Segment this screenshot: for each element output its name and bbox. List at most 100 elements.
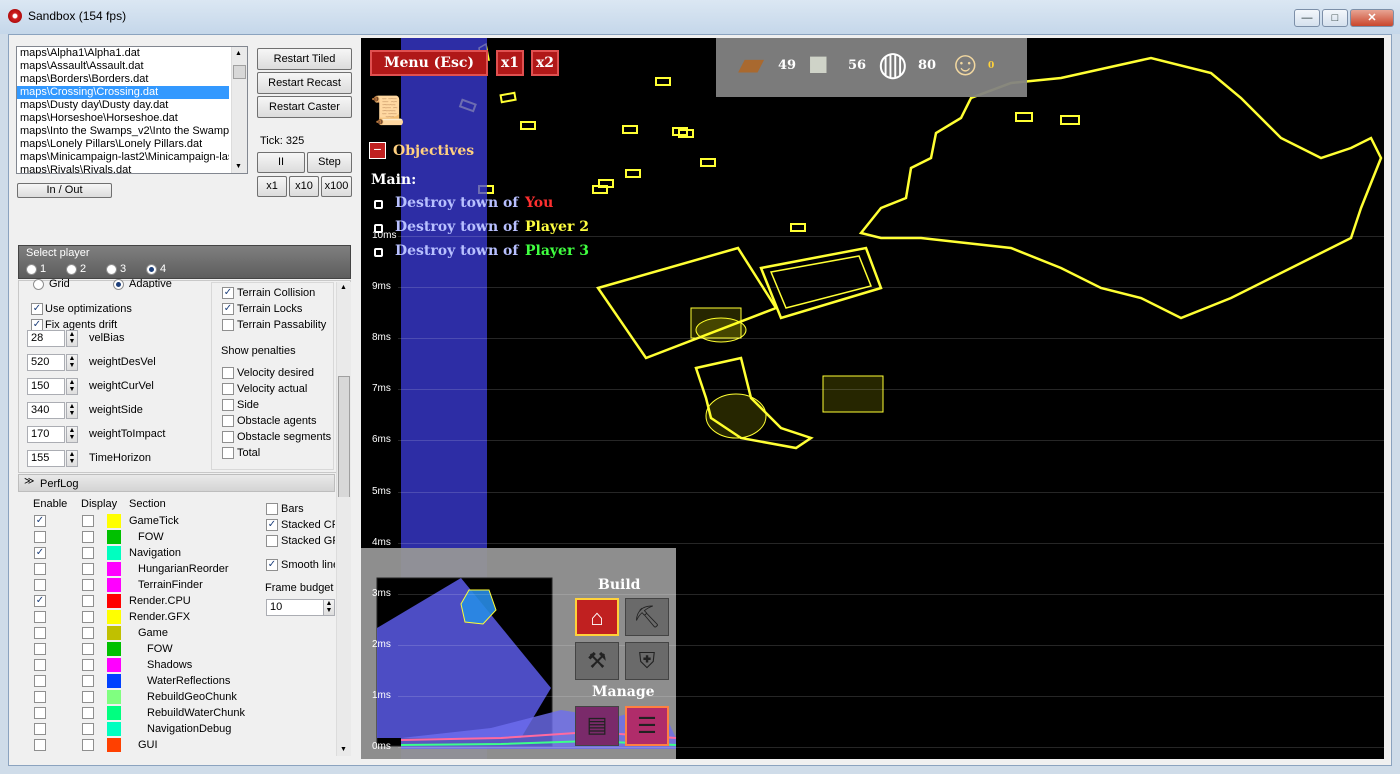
param-input-TimeHorizon[interactable]: 155: [27, 450, 65, 467]
adaptive-radio[interactable]: [113, 279, 124, 290]
player-radio-3[interactable]: [106, 264, 117, 275]
param-spinner[interactable]: ▲ ▼: [66, 378, 78, 395]
perflog-scrollbar[interactable]: ▼: [336, 497, 351, 756]
penalty-checkbox[interactable]: [222, 399, 234, 411]
map-list-item[interactable]: maps\Assault\Assault.dat: [17, 60, 229, 73]
perf-display-checkbox[interactable]: [82, 723, 94, 735]
perf-color-swatch[interactable]: [107, 674, 121, 688]
player-radio-4[interactable]: [146, 264, 157, 275]
penalty-checkbox[interactable]: [222, 447, 234, 459]
speed-x1-button[interactable]: x1: [257, 176, 287, 197]
grid-radio[interactable]: [33, 279, 44, 290]
perf-enable-checkbox[interactable]: [34, 627, 46, 639]
param-spinner[interactable]: ▲ ▼: [66, 450, 78, 467]
frame-budget-spinner[interactable]: ▲ ▼: [323, 599, 335, 616]
param-spinner[interactable]: ▲ ▼: [66, 354, 78, 371]
restart-recast-button[interactable]: Restart Recast: [257, 72, 352, 94]
param-input-weightSide[interactable]: 340: [27, 402, 65, 419]
map-list-item[interactable]: maps\Horseshoe\Horseshoe.dat: [17, 112, 229, 125]
map-list-item[interactable]: maps\Alpha1\Alpha1.dat: [17, 47, 229, 60]
smooth-lines-checkbox[interactable]: ✓: [266, 559, 278, 571]
perf-enable-checkbox[interactable]: [34, 675, 46, 687]
perf-display-checkbox[interactable]: [82, 563, 94, 575]
restart-tiled-button[interactable]: Restart Tiled: [257, 48, 352, 70]
perf-enable-checkbox[interactable]: [34, 611, 46, 623]
perf-color-swatch[interactable]: [107, 578, 121, 592]
map-list-item[interactable]: maps\Crossing\Crossing.dat: [17, 86, 229, 99]
map-list-item[interactable]: maps\Lonely Pillars\Lonely Pillars.dat: [17, 138, 229, 151]
perf-display-checkbox[interactable]: [82, 627, 94, 639]
terrain-checkbox[interactable]: ✓: [222, 287, 234, 299]
map-list-item[interactable]: maps\Into the Swamps_v2\Into the Swamps: [17, 125, 229, 138]
restart-caster-button[interactable]: Restart Caster: [257, 96, 352, 118]
perf-color-swatch[interactable]: [107, 546, 121, 560]
perf-enable-checkbox[interactable]: [34, 579, 46, 591]
perf-enable-checkbox[interactable]: [34, 723, 46, 735]
perf-enable-checkbox[interactable]: ✓: [34, 595, 46, 607]
speed1-button[interactable]: x1: [496, 50, 524, 76]
param-input-velBias[interactable]: 28: [27, 330, 65, 347]
maps-listbox[interactable]: maps\Alpha1\Alpha1.dat maps\Assault\Assau…: [16, 46, 248, 174]
scroll-up-icon[interactable]: ▲: [235, 50, 242, 57]
food-tool[interactable]: ⚒: [575, 642, 619, 680]
map-list-item[interactable]: maps\Rivals\Rivals.dat: [17, 164, 229, 173]
perf-display-checkbox[interactable]: [82, 675, 94, 687]
penalty-checkbox[interactable]: [222, 431, 234, 443]
manage-list-tool[interactable]: ☰: [625, 706, 669, 746]
perf-color-swatch[interactable]: [107, 706, 121, 720]
perf-enable-checkbox[interactable]: [34, 531, 46, 543]
penalty-checkbox[interactable]: [222, 383, 234, 395]
use-optimizations-checkbox[interactable]: ✓: [31, 303, 43, 315]
param-input-weightToImpact[interactable]: 170: [27, 426, 65, 443]
perf-color-swatch[interactable]: [107, 594, 121, 608]
player-radio-1[interactable]: [26, 264, 37, 275]
perf-color-swatch[interactable]: [107, 562, 121, 576]
scroll-down-icon[interactable]: ▼: [340, 746, 347, 753]
perf-display-checkbox[interactable]: [82, 547, 94, 559]
perf-enable-checkbox[interactable]: [34, 643, 46, 655]
perf-enable-checkbox[interactable]: [34, 707, 46, 719]
perf-color-swatch[interactable]: [107, 658, 121, 672]
perf-enable-checkbox[interactable]: [34, 691, 46, 703]
speed2-button[interactable]: x2: [531, 50, 559, 76]
perf-color-swatch[interactable]: [107, 530, 121, 544]
scroll-down-icon[interactable]: ▼: [235, 163, 242, 170]
pickaxe-tool[interactable]: ⛏: [625, 598, 669, 636]
collapse-chevron-icon[interactable]: ≫: [24, 476, 34, 487]
game-viewport[interactable]: [361, 38, 1384, 759]
minimize-button[interactable]: —: [1294, 9, 1320, 27]
step-button[interactable]: Step: [307, 152, 352, 173]
perf-display-checkbox[interactable]: [82, 515, 94, 527]
speed-x100-button[interactable]: x100: [321, 176, 352, 197]
perf-enable-checkbox[interactable]: ✓: [34, 515, 46, 527]
param-input-weightDesVel[interactable]: 520: [27, 354, 65, 371]
perf-color-swatch[interactable]: [107, 610, 121, 624]
stacked-cpu-checkbox[interactable]: ✓: [266, 519, 278, 531]
param-spinner[interactable]: ▲ ▼: [66, 402, 78, 419]
in-out-button[interactable]: In / Out: [17, 183, 112, 198]
perf-color-swatch[interactable]: [107, 626, 121, 640]
perf-enable-checkbox[interactable]: [34, 659, 46, 671]
perf-color-swatch[interactable]: [107, 722, 121, 736]
perf-display-checkbox[interactable]: [82, 739, 94, 751]
close-button[interactable]: ✕: [1350, 9, 1394, 27]
map-list-item[interactable]: maps\Dusty day\Dusty day.dat: [17, 99, 229, 112]
perf-display-checkbox[interactable]: [82, 531, 94, 543]
perf-display-checkbox[interactable]: [82, 643, 94, 655]
perf-color-swatch[interactable]: [107, 690, 121, 704]
player-radio-2[interactable]: [66, 264, 77, 275]
penalty-checkbox[interactable]: [222, 415, 234, 427]
penalty-checkbox[interactable]: [222, 367, 234, 379]
shield-tool[interactable]: ⛨: [625, 642, 669, 680]
perf-display-checkbox[interactable]: [82, 611, 94, 623]
perf-enable-checkbox[interactable]: [34, 563, 46, 575]
param-input-weightCurVel[interactable]: 150: [27, 378, 65, 395]
stacked-gfx-checkbox[interactable]: [266, 535, 278, 547]
param-spinner[interactable]: ▲ ▼: [66, 330, 78, 347]
param-spinner[interactable]: ▲ ▼: [66, 426, 78, 443]
perf-display-checkbox[interactable]: [82, 595, 94, 607]
perf-color-swatch[interactable]: [107, 738, 121, 752]
bars-checkbox[interactable]: [266, 503, 278, 515]
perf-enable-checkbox[interactable]: ✓: [34, 547, 46, 559]
maps-scrollbar[interactable]: ▲ ▼: [231, 47, 247, 173]
